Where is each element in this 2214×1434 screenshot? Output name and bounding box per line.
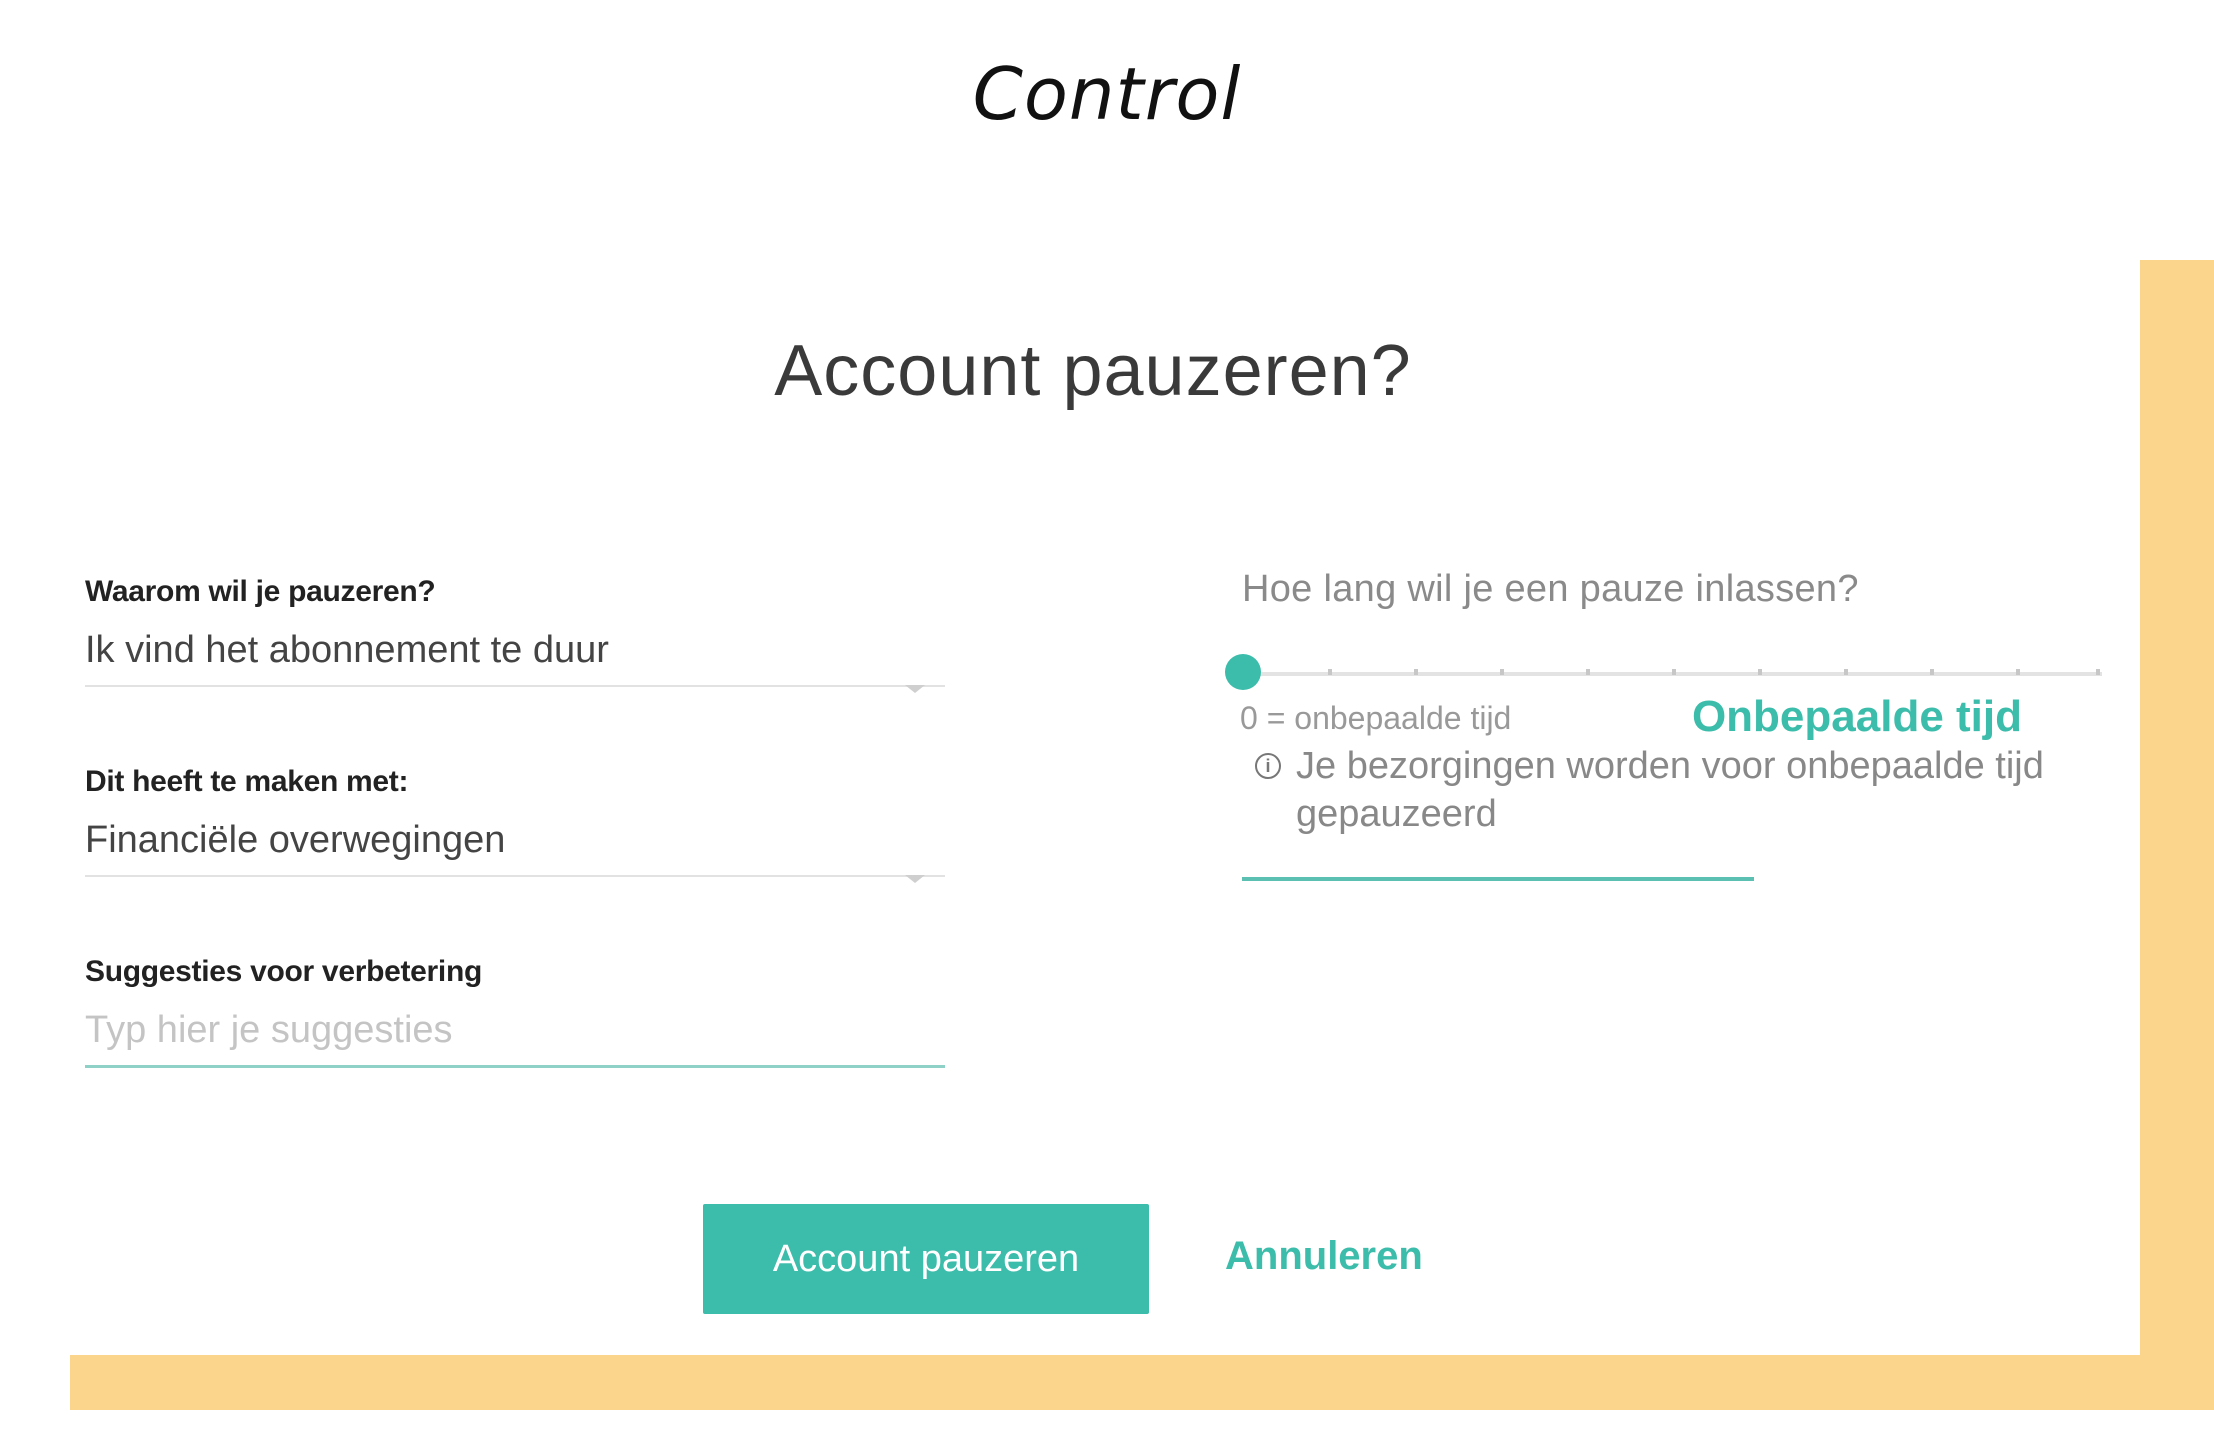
related-underline [85,875,945,877]
slider-tick [1328,669,1332,675]
slider-value-label: Onbepaalde tijd [1691,692,2022,741]
slider-tick [1844,669,1848,675]
chevron-down-icon[interactable] [905,685,925,693]
slider-tick [1672,669,1676,675]
chevron-down-icon[interactable] [905,875,925,883]
duration-slider-thumb[interactable] [1225,654,1261,690]
related-label: Dit heeft te maken met: [85,765,409,798]
info-text: Je bezorgingen worden voor onbepaalde ti… [1296,745,2044,835]
suggestions-input[interactable]: Typ hier je suggesties [85,1007,945,1053]
slider-min-label: 0 = onbepaalde tijd [1240,700,1512,736]
pause-account-dialog: Account pauzeren? Waarom wil je pauzeren… [0,260,2140,1355]
reason-select[interactable]: Waarom wil je pauzeren? Ik vind het abon… [85,575,945,693]
duration-label: Hoe lang wil je een pauze inlassen? [1242,568,1859,610]
info-icon: i [1255,753,1281,779]
slider-tick [1758,669,1762,675]
related-select[interactable]: Dit heeft te maken met: Financiële overw… [85,765,945,883]
pause-account-button[interactable]: Account pauzeren [703,1204,1149,1314]
suggestions-field[interactable]: Suggesties voor verbetering Typ hier je … [85,955,945,1068]
reason-value[interactable]: Ik vind het abonnement te duur [85,627,945,673]
info-underline [1242,877,1754,881]
related-value[interactable]: Financiële overwegingen [85,817,945,863]
slider-tick [1930,669,1934,675]
slider-tick [1500,669,1504,675]
reason-label: Waarom wil je pauzeren? [85,575,436,608]
caption-title: Control [972,52,1242,136]
dialog-title: Account pauzeren? [774,331,1412,411]
slider-tick [1414,669,1418,675]
decorative-frame-bottom [70,1355,2214,1410]
suggestions-label: Suggesties voor verbetering [85,955,483,988]
reason-underline [85,685,945,687]
slider-tick [1586,669,1590,675]
decorative-frame-right [2140,260,2214,1410]
suggestions-underline [85,1065,945,1068]
slider-tick [2096,669,2100,675]
cancel-link[interactable]: Annuleren [1225,1234,1423,1279]
slider-tick [2016,669,2020,675]
